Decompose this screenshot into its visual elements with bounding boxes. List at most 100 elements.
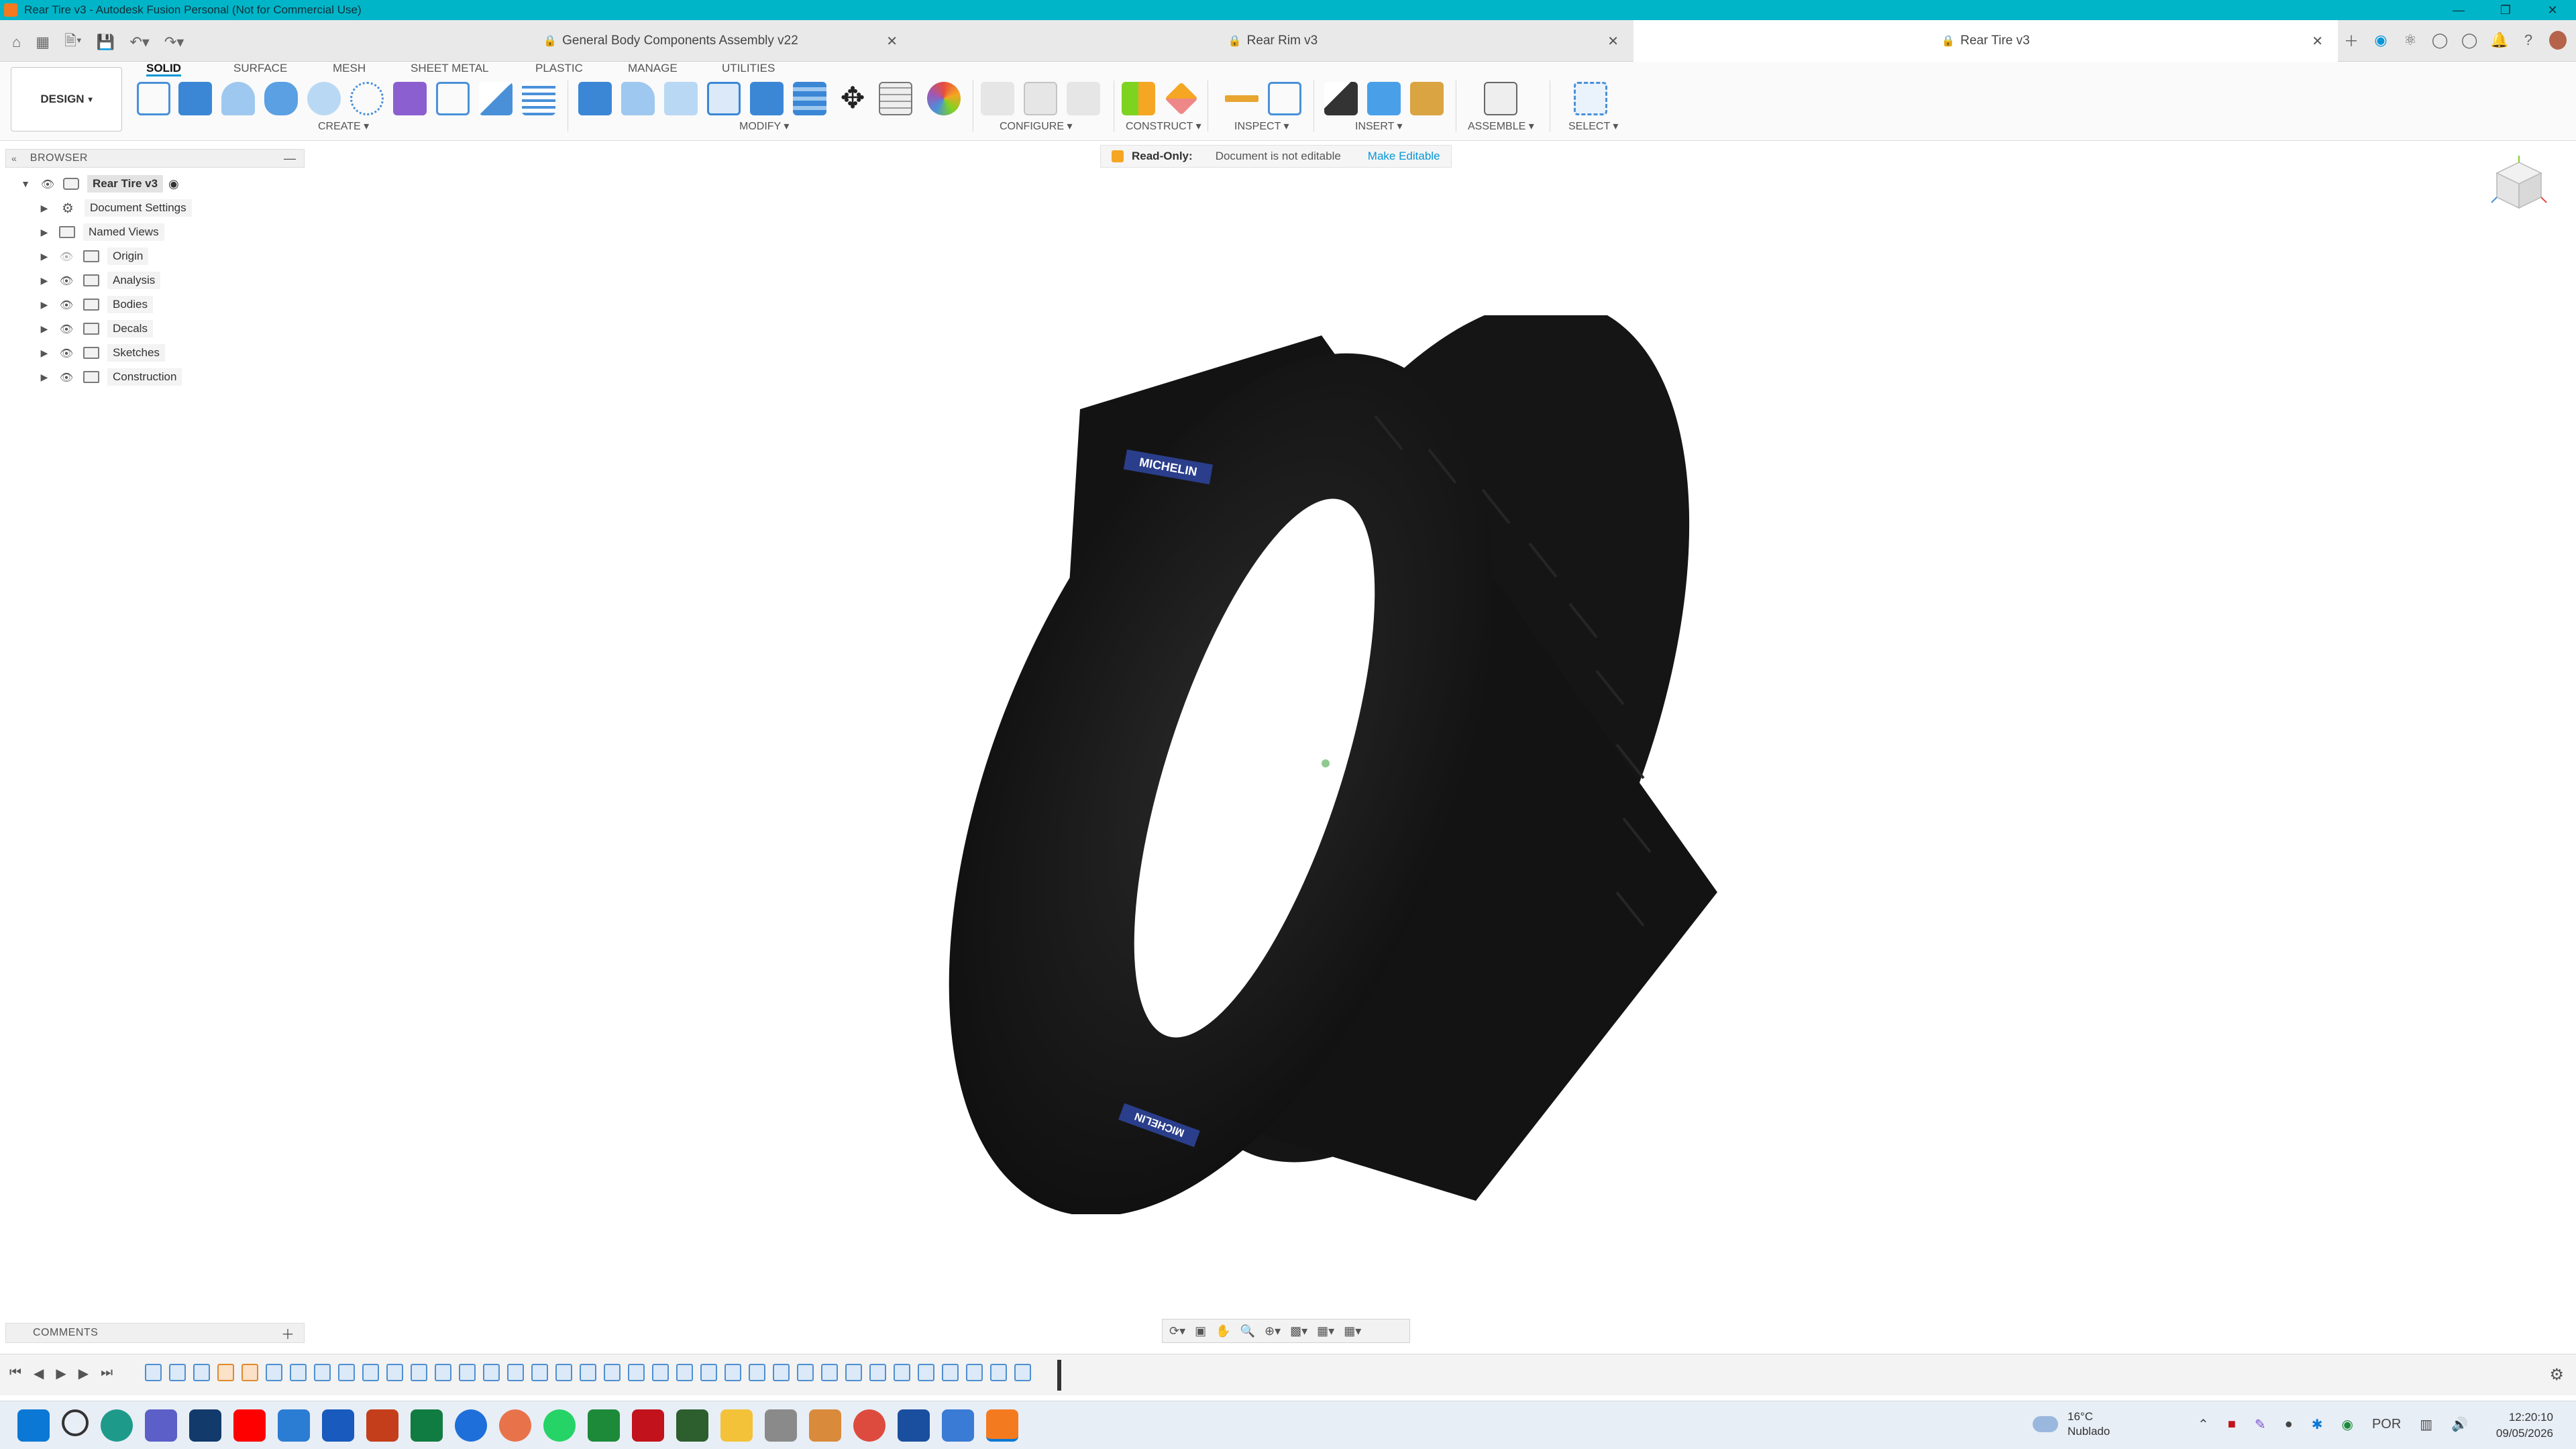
- activate-radio-icon[interactable]: ◉: [168, 177, 179, 191]
- close-tab-icon[interactable]: ✕: [2312, 33, 2323, 50]
- timeline-feature[interactable]: [749, 1364, 765, 1381]
- timeline-feature[interactable]: [700, 1364, 717, 1381]
- timeline-feature[interactable]: [869, 1364, 886, 1381]
- browser-item-named-views[interactable]: ▶ Named Views: [38, 221, 164, 243]
- tab-manage[interactable]: MANAGE: [628, 62, 678, 76]
- timeline-feature[interactable]: [483, 1364, 500, 1381]
- pan-icon[interactable]: ✋: [1216, 1324, 1230, 1338]
- make-editable-link[interactable]: Make Editable: [1368, 150, 1440, 163]
- excel-icon[interactable]: [411, 1409, 443, 1442]
- timeline-feature[interactable]: [845, 1364, 862, 1381]
- sync-icon[interactable]: ◯: [2461, 32, 2478, 49]
- appearance-icon[interactable]: [927, 82, 961, 115]
- help-icon[interactable]: ?: [2520, 32, 2537, 49]
- weather-widget[interactable]: 16°C Nublado: [2033, 1409, 2110, 1439]
- store-icon[interactable]: [189, 1409, 221, 1442]
- timeline-feature[interactable]: [338, 1364, 355, 1381]
- chamfer-icon[interactable]: [664, 82, 698, 115]
- extensions-icon[interactable]: ⚛: [2402, 32, 2419, 49]
- collapse-panel-icon[interactable]: «: [11, 153, 17, 164]
- change-parameters-icon[interactable]: [879, 82, 912, 115]
- chevron-right-icon[interactable]: ▶: [38, 372, 51, 383]
- tab-solid[interactable]: SOLID: [146, 62, 181, 76]
- chevron-down-icon[interactable]: ▼: [19, 178, 32, 189]
- timeline-feature[interactable]: [266, 1364, 282, 1381]
- browser-panel-header[interactable]: « BROWSER —: [5, 149, 305, 168]
- timeline-feature[interactable]: [507, 1364, 524, 1381]
- start-icon[interactable]: [17, 1409, 50, 1442]
- maximize-icon[interactable]: ❐: [2482, 0, 2529, 20]
- app-icon[interactable]: [676, 1409, 708, 1442]
- app-icon[interactable]: [942, 1409, 974, 1442]
- tray-app-icon[interactable]: ■: [2228, 1417, 2236, 1432]
- tab-rear-rim[interactable]: 🔒 Rear Rim v3 ✕: [912, 20, 1633, 62]
- timeline-feature[interactable]: [918, 1364, 934, 1381]
- create-sketch-icon[interactable]: [137, 82, 170, 115]
- create-group-label[interactable]: CREATE ▾: [318, 119, 369, 133]
- combine-icon[interactable]: [750, 82, 784, 115]
- timeline-feature[interactable]: [797, 1364, 814, 1381]
- step-forward-icon[interactable]: ▶: [78, 1365, 89, 1382]
- timeline-feature[interactable]: [531, 1364, 548, 1381]
- measure-icon[interactable]: [1225, 82, 1258, 115]
- timeline-feature[interactable]: [821, 1364, 838, 1381]
- comments-panel-header[interactable]: COMMENTS ＋: [5, 1323, 305, 1343]
- timeline-feature[interactable]: [724, 1364, 741, 1381]
- redo-icon[interactable]: ↷▾: [164, 34, 184, 51]
- plane-at-angle-icon[interactable]: [1165, 82, 1198, 115]
- whatsapp-icon[interactable]: [543, 1409, 576, 1442]
- workspace-switcher-button[interactable]: DESIGN ▾: [11, 67, 122, 131]
- bluetooth-icon[interactable]: ✱: [2312, 1416, 2323, 1433]
- home-icon[interactable]: ⌂: [12, 34, 21, 51]
- close-icon[interactable]: ✕: [2529, 0, 2576, 20]
- insert-mesh-icon[interactable]: [1410, 82, 1444, 115]
- app-icon[interactable]: [588, 1409, 620, 1442]
- timeline-feature[interactable]: [386, 1364, 403, 1381]
- select-icon[interactable]: [1574, 82, 1607, 115]
- app-icon[interactable]: [809, 1409, 841, 1442]
- fit-icon[interactable]: ⊕▾: [1265, 1324, 1281, 1338]
- assemble-group-label[interactable]: ASSEMBLE ▾: [1468, 119, 1534, 133]
- tab-rear-tire[interactable]: 🔒 Rear Tire v3 ✕: [1633, 20, 2338, 62]
- modify-group-label[interactable]: MODIFY ▾: [739, 119, 789, 133]
- timeline-feature[interactable]: [894, 1364, 910, 1381]
- calculator-icon[interactable]: [765, 1409, 797, 1442]
- tab-plastic[interactable]: PLASTIC: [535, 62, 583, 76]
- eye-icon[interactable]: 👁: [58, 323, 75, 335]
- chrome-icon[interactable]: [853, 1409, 885, 1442]
- chevron-right-icon[interactable]: ▶: [38, 323, 51, 335]
- loft-icon[interactable]: [307, 82, 341, 115]
- display-settings-icon[interactable]: ▩▾: [1290, 1324, 1307, 1338]
- timeline-feature[interactable]: [1014, 1364, 1031, 1381]
- tab-utilities[interactable]: UTILITIES: [722, 62, 775, 76]
- step-back-icon[interactable]: ◀: [34, 1365, 44, 1382]
- move-copy-icon[interactable]: ✥: [836, 82, 869, 115]
- timeline-feature[interactable]: [145, 1364, 162, 1381]
- search-icon[interactable]: [62, 1409, 89, 1436]
- app-icon[interactable]: [455, 1409, 487, 1442]
- timeline-marker[interactable]: [1057, 1360, 1061, 1391]
- browser-item-origin[interactable]: ▶ 👁 Origin: [38, 246, 149, 267]
- insert-derive-icon[interactable]: [1324, 82, 1358, 115]
- tray-app-icon[interactable]: ◉: [2341, 1416, 2353, 1433]
- timeline-feature[interactable]: [193, 1364, 210, 1381]
- timeline-feature[interactable]: [773, 1364, 790, 1381]
- timeline-feature[interactable]: [676, 1364, 693, 1381]
- fillet-icon[interactable]: [621, 82, 655, 115]
- pattern-icon[interactable]: [350, 82, 384, 115]
- eye-icon[interactable]: 👁: [39, 178, 56, 191]
- chevron-right-icon[interactable]: ▶: [38, 299, 51, 311]
- save-icon[interactable]: 💾: [97, 34, 115, 51]
- app-icon[interactable]: [898, 1409, 930, 1442]
- play-icon[interactable]: ▶: [56, 1365, 66, 1382]
- eye-icon[interactable]: 👁: [58, 347, 75, 360]
- go-to-end-icon[interactable]: ⏭: [101, 1365, 113, 1382]
- powerpoint-icon[interactable]: [366, 1409, 398, 1442]
- clock[interactable]: 12:20:10 09/05/2026: [2496, 1409, 2553, 1442]
- timeline-feature[interactable]: [362, 1364, 379, 1381]
- teams-icon[interactable]: [145, 1409, 177, 1442]
- app-icon[interactable]: [278, 1409, 310, 1442]
- chevron-right-icon[interactable]: ▶: [38, 227, 51, 238]
- chevron-right-icon[interactable]: ▶: [38, 347, 51, 359]
- job-status-icon[interactable]: ◉: [2372, 32, 2390, 49]
